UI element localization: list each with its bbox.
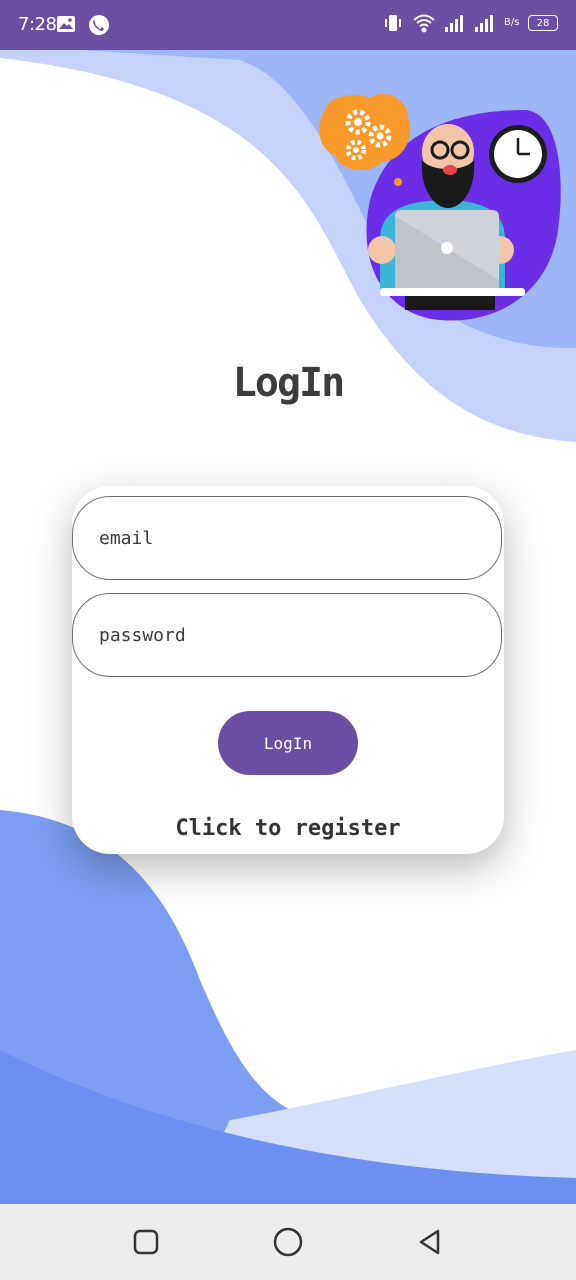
image-icon — [57, 16, 75, 32]
email-input[interactable] — [97, 526, 481, 550]
status-time: 7:28 — [18, 14, 57, 35]
battery-level: 28 — [536, 17, 550, 29]
status-bar: 7:28 B/s 28 — [0, 0, 576, 50]
register-link[interactable]: Click to register — [72, 816, 504, 841]
clock-icon — [489, 125, 547, 183]
back-triangle-icon — [419, 1229, 440, 1255]
password-input[interactable] — [97, 623, 481, 647]
password-field[interactable] — [72, 593, 502, 677]
system-nav-bar — [0, 1204, 576, 1280]
phone-app-icon — [89, 15, 109, 35]
back-button[interactable] — [410, 1222, 450, 1262]
login-card: LogIn Click to register — [72, 486, 504, 854]
signal-icon-2 — [475, 15, 493, 32]
email-field[interactable] — [72, 496, 502, 580]
login-button[interactable]: LogIn — [218, 711, 358, 775]
speed-unit: B/s — [504, 17, 520, 28]
status-left-icons — [56, 14, 110, 36]
vibrate-icon — [385, 15, 401, 31]
page-title: LogIn — [232, 360, 345, 406]
hero-illustration — [319, 94, 561, 321]
home-circle-icon — [273, 1227, 303, 1257]
battery-icon: 28 — [528, 15, 558, 31]
recents-button[interactable] — [126, 1222, 166, 1262]
recents-square-icon — [133, 1229, 159, 1255]
status-right-icons: B/s 28 — [382, 12, 558, 34]
home-button[interactable] — [268, 1222, 308, 1262]
wifi-icon — [413, 14, 435, 33]
signal-icon — [445, 15, 463, 32]
